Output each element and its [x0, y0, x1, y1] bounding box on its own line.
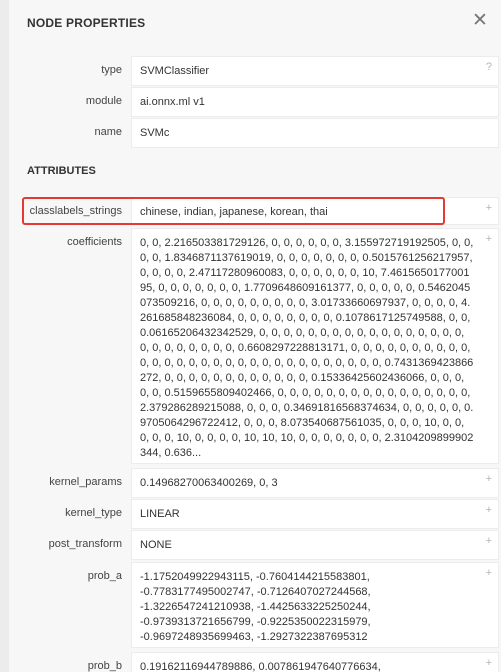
attribute-value: -1.1752049922943115, -0.7604144215583801…: [140, 571, 371, 643]
expand-icon[interactable]: +: [486, 535, 492, 547]
module-value-field[interactable]: ai.onnx.ml v1: [131, 87, 499, 117]
attribute-label: kernel_params: [49, 476, 122, 488]
help-icon[interactable]: ?: [486, 61, 492, 73]
attribute-value: 0.19162116944789886, 0.00786194764077663…: [140, 661, 381, 672]
attribute-value: 0, 0, 2.216503381729126, 0, 0, 0, 0, 0, …: [140, 237, 474, 459]
highlight-box: [22, 197, 445, 225]
attribute-value: LINEAR: [140, 508, 180, 520]
property-row-module: module ai.onnx.ml v1: [9, 87, 501, 117]
attribute-label: post_transform: [48, 538, 122, 550]
attribute-label: coefficients: [67, 236, 122, 248]
attribute-value: NONE: [140, 539, 172, 551]
attribute-label: prob_a: [87, 570, 122, 582]
attribute-row-kernel-type: kernel_type LINEAR +: [9, 499, 501, 529]
property-label: name: [94, 126, 122, 138]
attribute-row-prob-b: prob_b 0.19162116944789886, 0.0078619476…: [9, 652, 501, 672]
attribute-value: 0.14968270063400269, 0, 3: [140, 477, 278, 489]
expand-icon[interactable]: +: [486, 202, 492, 214]
expand-icon[interactable]: +: [486, 233, 492, 245]
property-value: SVMc: [140, 127, 170, 139]
prob-b-field[interactable]: 0.19162116944789886, 0.00786194764077663…: [131, 652, 499, 672]
property-value: SVMClassifier: [140, 65, 210, 77]
expand-icon[interactable]: +: [486, 567, 492, 579]
close-icon[interactable]: ✕: [471, 11, 489, 30]
property-label: module: [85, 95, 122, 107]
panel-title: NODE PROPERTIES: [27, 16, 146, 30]
expand-icon[interactable]: +: [486, 504, 492, 516]
kernel-type-field[interactable]: LINEAR +: [131, 499, 499, 529]
name-value-field[interactable]: SVMc: [131, 118, 499, 148]
expand-icon[interactable]: +: [486, 473, 492, 485]
post-transform-field[interactable]: NONE +: [131, 530, 499, 560]
attributes-heading: ATTRIBUTES: [27, 165, 96, 177]
property-row-type: type SVMClassifier ?: [9, 56, 501, 86]
attribute-row-prob-a: prob_a -1.1752049922943115, -0.760414421…: [9, 562, 501, 648]
attribute-row-kernel-params: kernel_params 0.14968270063400269, 0, 3 …: [9, 468, 501, 498]
property-label: type: [101, 64, 122, 76]
coefficients-field[interactable]: 0, 0, 2.216503381729126, 0, 0, 0, 0, 0, …: [131, 228, 499, 464]
expand-icon[interactable]: +: [486, 657, 492, 669]
attribute-row-coefficients: coefficients 0, 0, 2.216503381729126, 0,…: [9, 228, 501, 464]
attribute-label: prob_b: [87, 660, 122, 672]
prob-a-field[interactable]: -1.1752049922943115, -0.7604144215583801…: [131, 562, 499, 648]
node-properties-panel: NODE PROPERTIES ✕ type SVMClassifier ? m…: [9, 0, 501, 672]
property-row-name: name SVMc: [9, 118, 501, 148]
type-value-field[interactable]: SVMClassifier ?: [131, 56, 499, 86]
property-value: ai.onnx.ml v1: [140, 96, 205, 108]
attribute-row-post-transform: post_transform NONE +: [9, 530, 501, 560]
kernel-params-field[interactable]: 0.14968270063400269, 0, 3 +: [131, 468, 499, 498]
attribute-label: kernel_type: [65, 507, 122, 519]
